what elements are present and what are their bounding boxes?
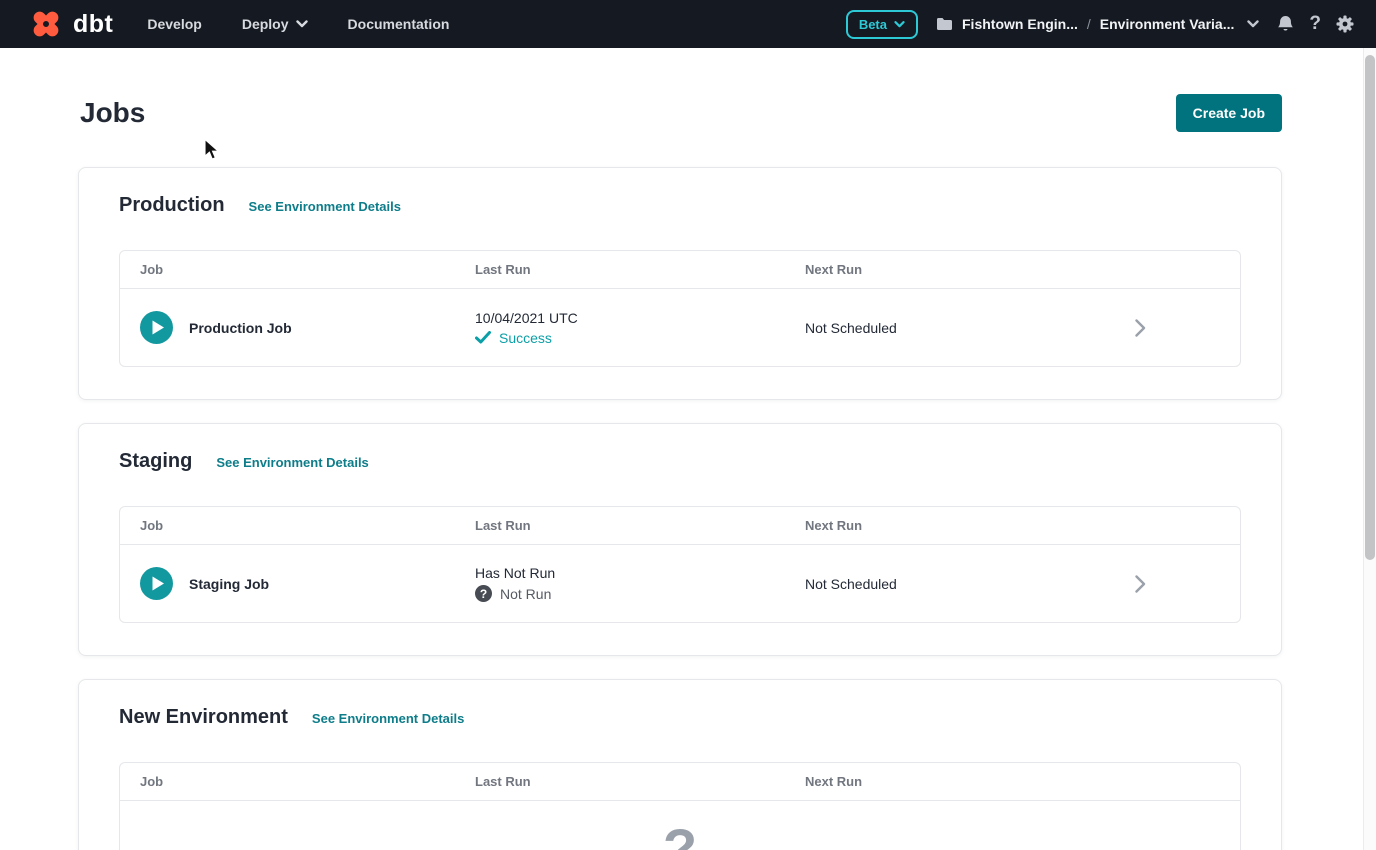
chevron-right-icon[interactable] xyxy=(1135,319,1220,337)
main-menu: Develop Deploy Documentation xyxy=(147,16,449,32)
table-header: Job Last Run Next Run xyxy=(120,251,1240,289)
not-run-question-icon: ? xyxy=(475,585,492,602)
status-label: Success xyxy=(499,330,552,346)
top-navbar: dbt Develop Deploy Documentation Beta Fi… xyxy=(0,0,1376,48)
jobs-table: Job Last Run Next Run ? xyxy=(119,762,1241,850)
job-name: Production Job xyxy=(189,320,292,336)
environment-name: Staging xyxy=(119,450,192,473)
folder-icon xyxy=(936,17,953,31)
column-header-job: Job xyxy=(140,774,475,789)
column-header-job: Job xyxy=(140,518,475,533)
environment-header: Staging See Environment Details xyxy=(119,450,1241,473)
chevron-down-icon xyxy=(296,20,308,28)
nav-item-deploy[interactable]: Deploy xyxy=(242,16,308,32)
environment-name: Production xyxy=(119,194,225,217)
status-label: Not Run xyxy=(500,586,551,602)
see-environment-details-link[interactable]: See Environment Details xyxy=(216,455,368,470)
notifications-bell-icon[interactable] xyxy=(1277,15,1294,33)
breadcrumb: Fishtown Engin... / Environment Varia... xyxy=(936,16,1259,32)
last-run-status: Success xyxy=(475,330,805,346)
job-cell: Staging Job xyxy=(140,567,475,600)
environment-header: New Environment See Environment Details xyxy=(119,706,1241,729)
help-icon[interactable]: ? xyxy=(1309,13,1321,35)
breadcrumb-page[interactable]: Environment Varia... xyxy=(1100,16,1235,32)
table-header: Job Last Run Next Run xyxy=(120,763,1240,801)
chevron-down-icon[interactable] xyxy=(1247,20,1259,28)
create-job-button[interactable]: Create Job xyxy=(1176,94,1282,132)
scrollbar-track xyxy=(1363,48,1376,850)
next-run-cell: Not Scheduled xyxy=(805,320,1135,336)
navbar-right: Beta Fishtown Engin... / Environment Var… xyxy=(846,10,1354,39)
job-row-production-job[interactable]: Production Job 10/04/2021 UTC Success No… xyxy=(120,289,1240,366)
nav-item-develop[interactable]: Develop xyxy=(147,16,201,32)
title-row: Jobs Create Job xyxy=(78,94,1282,132)
column-header-last-run: Last Run xyxy=(475,518,805,533)
environment-header: Production See Environment Details xyxy=(119,194,1241,217)
last-run-date: Has Not Run xyxy=(475,565,805,581)
chevron-down-icon xyxy=(894,21,905,28)
job-name: Staging Job xyxy=(189,576,269,592)
brand-name: dbt xyxy=(73,10,113,39)
run-job-play-button[interactable] xyxy=(140,567,173,600)
last-run-cell: 10/04/2021 UTC Success xyxy=(475,310,805,346)
column-header-next-run: Next Run xyxy=(805,518,1135,533)
empty-jobs-state: ? xyxy=(120,801,1240,850)
environment-name: New Environment xyxy=(119,706,288,729)
breadcrumb-account[interactable]: Fishtown Engin... xyxy=(962,16,1078,32)
column-header-next-run: Next Run xyxy=(805,774,1135,789)
jobs-table: Job Last Run Next Run Production Job 10/… xyxy=(119,250,1241,367)
chevron-right-icon[interactable] xyxy=(1135,575,1220,593)
environment-card-staging: Staging See Environment Details Job Last… xyxy=(78,423,1282,656)
page-title: Jobs xyxy=(78,97,145,129)
column-header-job: Job xyxy=(140,262,475,277)
dbt-logo-icon xyxy=(26,6,66,42)
breadcrumb-separator: / xyxy=(1087,16,1091,32)
column-header-last-run: Last Run xyxy=(475,774,805,789)
run-job-play-button[interactable] xyxy=(140,311,173,344)
empty-state-question-icon: ? xyxy=(663,821,697,850)
column-header-next-run: Next Run xyxy=(805,262,1135,277)
job-row-staging-job[interactable]: Staging Job Has Not Run ? Not Run Not Sc… xyxy=(120,545,1240,622)
last-run-date: 10/04/2021 UTC xyxy=(475,310,805,326)
beta-dropdown[interactable]: Beta xyxy=(846,10,918,39)
column-header-last-run: Last Run xyxy=(475,262,805,277)
next-run-cell: Not Scheduled xyxy=(805,576,1135,592)
nav-item-documentation[interactable]: Documentation xyxy=(348,16,450,32)
see-environment-details-link[interactable]: See Environment Details xyxy=(312,711,464,726)
gear-icon[interactable] xyxy=(1336,15,1354,33)
environment-card-new-environment: New Environment See Environment Details … xyxy=(78,679,1282,850)
table-header: Job Last Run Next Run xyxy=(120,507,1240,545)
last-run-status: ? Not Run xyxy=(475,585,805,602)
job-cell: Production Job xyxy=(140,311,475,344)
dbt-logo[interactable]: dbt xyxy=(26,6,113,42)
jobs-page: Jobs Create Job Production See Environme… xyxy=(0,94,1376,850)
success-check-icon xyxy=(475,331,491,344)
last-run-cell: Has Not Run ? Not Run xyxy=(475,565,805,602)
navbar-icons: ? xyxy=(1277,13,1354,35)
see-environment-details-link[interactable]: See Environment Details xyxy=(249,199,401,214)
scrollbar-thumb[interactable] xyxy=(1365,55,1375,560)
environment-card-production: Production See Environment Details Job L… xyxy=(78,167,1282,400)
jobs-table: Job Last Run Next Run Staging Job Has No… xyxy=(119,506,1241,623)
